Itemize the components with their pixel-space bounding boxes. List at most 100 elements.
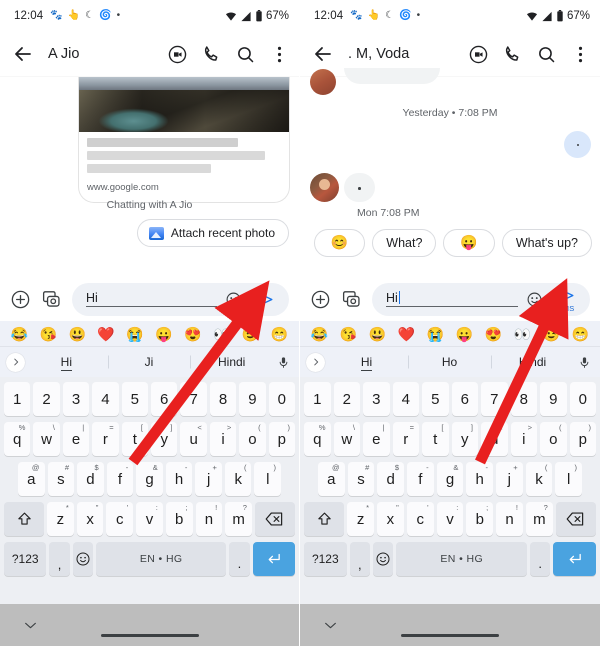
key-8[interactable]: 8 <box>510 382 537 416</box>
phone-call-icon[interactable] <box>502 44 523 65</box>
emoji-item[interactable]: 😘 <box>340 327 357 341</box>
key-5[interactable]: 5 <box>121 382 148 416</box>
key-i[interactable]: > i <box>510 422 537 456</box>
attach-recent-photo-chip[interactable]: Attach recent photo <box>136 219 289 247</box>
key-d[interactable]: $ d <box>377 462 404 496</box>
key-t[interactable]: [t <box>121 422 148 456</box>
key-i[interactable]: > i <box>209 422 237 456</box>
key-a[interactable]: @ a <box>317 462 345 496</box>
space-key[interactable]: EN • HG <box>396 542 527 576</box>
emoji-item[interactable]: 😭 <box>126 327 143 341</box>
key-b[interactable]: ; b <box>466 502 494 536</box>
emoji-item[interactable]: 😃 <box>69 327 86 341</box>
microphone-icon[interactable] <box>574 355 594 370</box>
link-preview-card[interactable]: www.google.com <box>78 77 290 203</box>
key-c[interactable]: ' c <box>406 502 434 536</box>
key-k[interactable]: (k <box>224 462 252 496</box>
add-circle-icon[interactable] <box>310 289 331 310</box>
emoji-item[interactable]: 😍 <box>485 327 502 341</box>
gallery-camera-icon[interactable] <box>41 289 62 310</box>
back-arrow-icon[interactable] <box>11 42 35 66</box>
emoji-item[interactable]: 👀 <box>213 327 230 341</box>
emoji-item[interactable]: ❤️ <box>398 327 415 341</box>
emoji-key-icon[interactable] <box>72 542 94 576</box>
emoji-item[interactable]: 😛 <box>155 327 172 341</box>
key-u[interactable]: < u <box>481 422 508 456</box>
key-9[interactable]: 9 <box>239 382 266 416</box>
emoji-item[interactable]: 😃 <box>369 327 386 341</box>
key-0[interactable]: 0 <box>268 382 296 416</box>
emoji-item[interactable]: 😁 <box>271 327 288 341</box>
symbols-key[interactable]: ?123 <box>4 542 47 576</box>
key-o[interactable]: (o <box>239 422 266 456</box>
home-bar[interactable] <box>401 634 499 637</box>
symbols-key[interactable]: ?123 <box>304 542 347 576</box>
shift-icon[interactable] <box>304 502 345 536</box>
key-6[interactable]: 6 <box>151 382 178 416</box>
key-0[interactable]: 0 <box>569 382 596 416</box>
key-s[interactable]: # s <box>47 462 75 496</box>
emoji-item[interactable]: ❤️ <box>97 327 114 341</box>
video-call-icon[interactable] <box>167 44 188 65</box>
key-s[interactable]: # s <box>347 462 375 496</box>
key-g[interactable]: & g <box>436 462 464 496</box>
key-g[interactable]: & g <box>136 462 163 496</box>
chevron-down-icon[interactable] <box>324 617 337 635</box>
video-call-icon[interactable] <box>468 44 489 65</box>
suggestion-item[interactable]: Hi <box>25 355 108 371</box>
emoji-item[interactable]: 😉 <box>543 327 560 341</box>
key-n[interactable]: ! n <box>496 502 523 536</box>
suggestion-item[interactable]: Hi <box>325 355 408 371</box>
key-f[interactable]: -f <box>407 462 434 496</box>
search-icon[interactable] <box>536 44 557 65</box>
key-2[interactable]: 2 <box>33 382 60 416</box>
period-key[interactable]: . <box>530 542 551 576</box>
suggestion-item[interactable]: Ho <box>408 355 491 369</box>
emoji-item[interactable]: 😘 <box>40 327 57 341</box>
chevron-right-icon[interactable] <box>6 352 25 372</box>
key-t[interactable]: [t <box>422 422 449 456</box>
key-y[interactable]: ] y <box>451 422 478 456</box>
key-b[interactable]: ; b <box>165 502 193 536</box>
key-3[interactable]: 3 <box>62 382 90 416</box>
key-r[interactable]: = r <box>92 422 119 456</box>
key-5[interactable]: 5 <box>422 382 449 416</box>
key-u[interactable]: < u <box>180 422 207 456</box>
key-4[interactable]: 4 <box>392 382 419 416</box>
suggestion-item[interactable]: Hindi <box>491 355 574 369</box>
smart-reply-chip[interactable]: 😛 <box>443 229 495 257</box>
key-x[interactable]: " x <box>377 502 404 536</box>
send-button[interactable] <box>250 290 280 308</box>
comma-key[interactable]: , <box>349 542 371 576</box>
key-8[interactable]: 8 <box>209 382 237 416</box>
key-c[interactable]: ' c <box>106 502 134 536</box>
space-key[interactable]: EN • HG <box>96 542 227 576</box>
gallery-camera-icon[interactable] <box>341 289 362 310</box>
key-4[interactable]: 4 <box>92 382 119 416</box>
suggestion-item[interactable]: Ji <box>108 355 191 369</box>
phone-call-icon[interactable] <box>201 44 222 65</box>
comma-key[interactable]: , <box>49 542 70 576</box>
emoji-smiley-icon[interactable] <box>225 291 242 308</box>
smart-reply-chip[interactable]: What? <box>372 229 437 257</box>
outgoing-message-bubble[interactable] <box>564 131 591 158</box>
key-q[interactable]: % q <box>304 422 331 456</box>
key-m[interactable]: ? m <box>225 502 252 536</box>
key-w[interactable]: \ w <box>33 422 60 456</box>
emoji-item[interactable]: 😭 <box>427 327 444 341</box>
emoji-smiley-icon[interactable] <box>526 291 543 308</box>
key-r[interactable]: = r <box>392 422 419 456</box>
key-1[interactable]: 1 <box>3 382 31 416</box>
emoji-item[interactable]: 😍 <box>184 327 201 341</box>
enter-icon[interactable] <box>553 542 597 576</box>
key-w[interactable]: \ w <box>333 422 360 456</box>
key-6[interactable]: 6 <box>451 382 478 416</box>
key-x[interactable]: " x <box>76 502 104 536</box>
shift-icon[interactable] <box>4 502 45 536</box>
key-z[interactable]: * z <box>47 502 74 536</box>
key-v[interactable]: :v <box>436 502 464 536</box>
send-button[interactable]: SMS <box>551 286 581 313</box>
chevron-right-icon[interactable] <box>306 352 325 372</box>
add-circle-icon[interactable] <box>10 289 31 310</box>
key-v[interactable]: :v <box>136 502 163 536</box>
